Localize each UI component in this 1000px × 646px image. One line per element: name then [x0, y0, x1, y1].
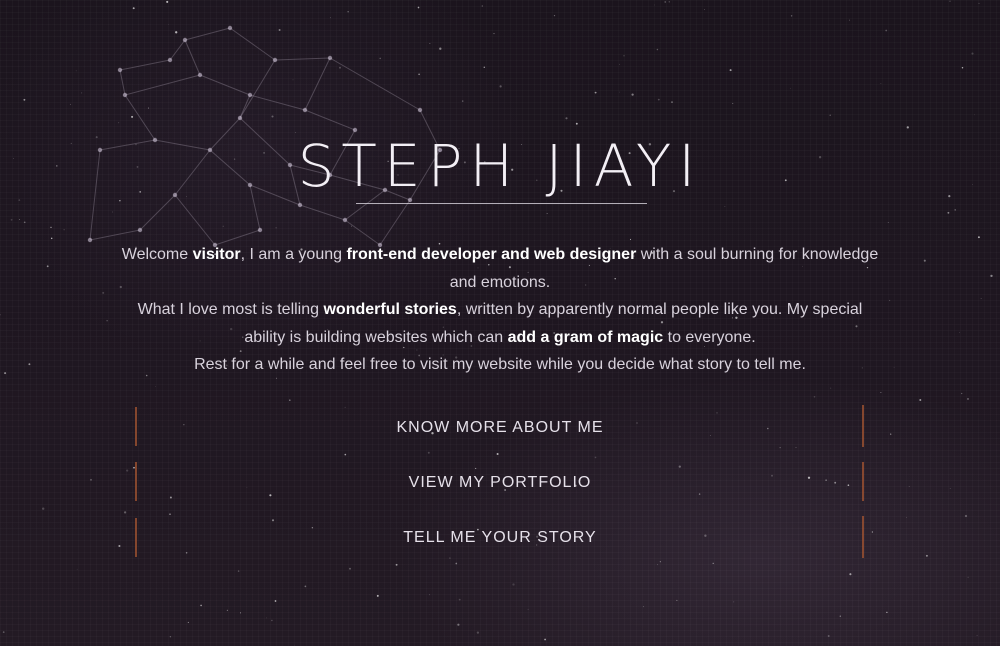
constellation-line	[119, 59, 171, 71]
menu-link-portfolio[interactable]: VIEW MY PORTFOLIO	[0, 473, 1000, 493]
intro-highlight-role: front-end developer and web designer	[346, 246, 637, 263]
constellation-node	[182, 37, 188, 43]
constellation-node	[272, 57, 278, 63]
constellation-node	[197, 72, 203, 78]
page-title: STEPH JIAYI	[297, 131, 703, 200]
constellation-node	[302, 107, 308, 113]
constellation-node	[417, 107, 423, 113]
constellation-line	[199, 74, 251, 96]
intro-text-segment: to everyone.	[663, 328, 756, 346]
constellation-node	[257, 227, 263, 233]
constellation-line	[169, 39, 186, 61]
constellation-node	[227, 25, 233, 31]
constellation-node	[167, 57, 173, 63]
intro-highlight-magic: add a gram of magic	[507, 328, 664, 346]
intro-text-segment: What I love most is telling	[137, 301, 324, 319]
constellation-line	[379, 199, 411, 246]
constellation-line	[119, 69, 126, 96]
constellation-line	[174, 194, 216, 246]
constellation-line	[184, 27, 231, 41]
constellation-node	[297, 202, 303, 208]
constellation-line	[229, 27, 276, 61]
constellation-line	[124, 74, 201, 96]
constellation-node	[342, 217, 348, 223]
constellation-line	[89, 229, 141, 241]
constellation-node	[87, 237, 93, 243]
constellation-node	[327, 55, 333, 61]
constellation-line	[304, 57, 331, 111]
menu-link-about[interactable]: KNOW MORE ABOUT ME	[0, 418, 1000, 438]
constellation-line	[184, 39, 201, 76]
intro-text-segment: Welcome	[121, 246, 193, 263]
constellation-line	[249, 94, 306, 111]
intro-highlight-visitor: visitor	[192, 246, 241, 263]
intro-text-segment: , I am a young	[240, 246, 347, 263]
constellation-line	[329, 57, 421, 111]
constellation-node	[237, 115, 243, 121]
constellation-node	[247, 92, 253, 98]
intro-text-segment: Rest for a while and feel free to visit …	[194, 356, 806, 374]
constellation-node	[122, 92, 128, 98]
intro-text: Welcome visitor, I am a young front-end …	[120, 241, 880, 379]
constellation-line	[239, 59, 276, 119]
constellation-node	[117, 67, 123, 73]
title-divider	[356, 203, 647, 204]
intro-highlight-stories: wonderful stories	[323, 301, 457, 319]
menu-link-story[interactable]: TELL ME YOUR STORY	[0, 528, 1000, 548]
constellation-node	[137, 227, 143, 233]
constellation-line	[299, 204, 346, 221]
constellation-line	[304, 109, 356, 131]
constellation-line	[274, 57, 331, 61]
